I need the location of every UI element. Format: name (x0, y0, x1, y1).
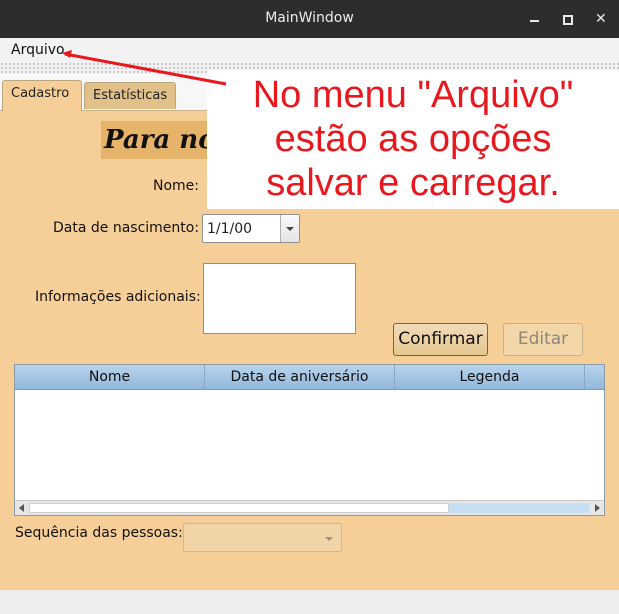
annotation-arrow-line (64, 52, 227, 86)
annotation-arrow-head (62, 50, 72, 58)
annotation-arrow (62, 50, 227, 86)
